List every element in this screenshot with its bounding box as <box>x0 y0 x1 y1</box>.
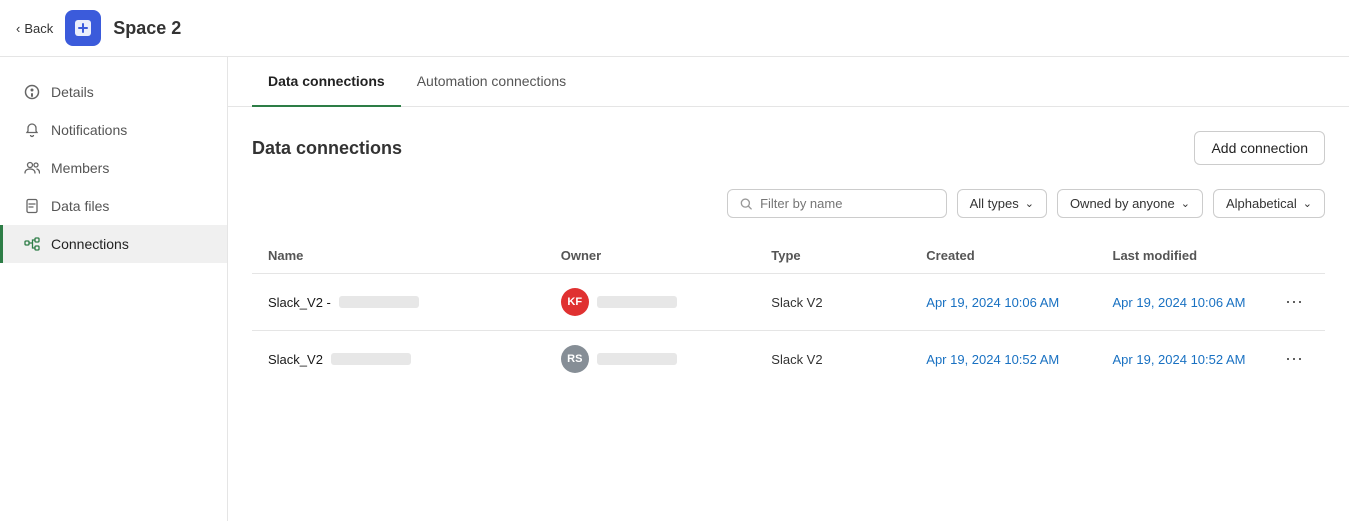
sidebar-label-details: Details <box>51 84 94 100</box>
table-row: Slack_V2 - KF Slack V2 Apr 19, 2024 10:0… <box>252 274 1325 331</box>
col-header-modified: Last modified <box>1097 238 1263 274</box>
row-actions-button-0[interactable]: ⋯ <box>1279 290 1309 315</box>
connection-name-0: Slack_V2 - <box>268 295 331 310</box>
back-label: Back <box>24 21 53 36</box>
sidebar-item-details[interactable]: Details <box>0 73 227 111</box>
search-field[interactable] <box>727 189 947 218</box>
connection-type-1: Slack V2 <box>755 331 910 388</box>
type-filter-label: All types <box>970 196 1019 211</box>
connections-icon <box>23 235 41 253</box>
sidebar-label-connections: Connections <box>51 236 129 252</box>
tab-data-connections[interactable]: Data connections <box>252 57 401 107</box>
sidebar-label-members: Members <box>51 160 109 176</box>
sort-dropdown[interactable]: Alphabetical ⌄ <box>1213 189 1325 218</box>
owner-avatar-1: RS <box>561 345 589 373</box>
col-header-name: Name <box>252 238 545 274</box>
search-icon <box>740 197 753 211</box>
row-actions-button-1[interactable]: ⋯ <box>1279 347 1309 372</box>
circle-icon <box>23 83 41 101</box>
sidebar-label-notifications: Notifications <box>51 122 127 138</box>
connections-table: Name Owner Type Created Last modified Sl… <box>252 238 1325 387</box>
owner-avatar-0: KF <box>561 288 589 316</box>
page-title: Data connections <box>252 138 402 159</box>
file-icon <box>23 197 41 215</box>
col-header-owner: Owner <box>545 238 756 274</box>
owner-filter-dropdown[interactable]: Owned by anyone ⌄ <box>1057 189 1203 218</box>
sort-label: Alphabetical <box>1226 196 1297 211</box>
add-connection-button[interactable]: Add connection <box>1194 131 1325 165</box>
filters-bar: All types ⌄ Owned by anyone ⌄ Alphabetic… <box>252 189 1325 218</box>
space-title: Space 2 <box>113 18 181 39</box>
search-input[interactable] <box>760 196 933 211</box>
sidebar: Details Notifications Members Data files <box>0 57 228 521</box>
sidebar-item-data-files[interactable]: Data files <box>0 187 227 225</box>
type-filter-dropdown[interactable]: All types ⌄ <box>957 189 1047 218</box>
col-header-actions <box>1263 238 1325 274</box>
table-row: Slack_V2 RS Slack V2 Apr 19, 2024 10:52 … <box>252 331 1325 388</box>
sort-chevron-icon: ⌄ <box>1303 197 1312 210</box>
sidebar-label-data-files: Data files <box>51 198 109 214</box>
back-chevron-icon: ‹ <box>16 21 20 36</box>
row-name-1: Slack_V2 <box>268 352 529 367</box>
connection-name-1: Slack_V2 <box>268 352 323 367</box>
owner-filter-label: Owned by anyone <box>1070 196 1175 211</box>
sidebar-item-notifications[interactable]: Notifications <box>0 111 227 149</box>
sidebar-item-members[interactable]: Members <box>0 149 227 187</box>
owner-name-blur-0 <box>597 296 677 308</box>
users-icon <box>23 159 41 177</box>
space-icon <box>65 10 101 46</box>
name-blur-0 <box>339 296 419 308</box>
main-content: Data connections Automation connections … <box>228 57 1349 521</box>
name-blur-1 <box>331 353 411 365</box>
owner-name-blur-1 <box>597 353 677 365</box>
type-chevron-icon: ⌄ <box>1025 197 1034 210</box>
col-header-type: Type <box>755 238 910 274</box>
bell-icon <box>23 121 41 139</box>
modified-date-1: Apr 19, 2024 10:52 AM <box>1113 352 1246 367</box>
created-date-1: Apr 19, 2024 10:52 AM <box>926 352 1059 367</box>
owner-chevron-icon: ⌄ <box>1181 197 1190 210</box>
owner-cell-1: RS <box>561 345 740 373</box>
modified-date-0: Apr 19, 2024 10:06 AM <box>1113 295 1246 310</box>
col-header-created: Created <box>910 238 1096 274</box>
owner-cell-0: KF <box>561 288 740 316</box>
row-name-0: Slack_V2 - <box>268 295 529 310</box>
connection-type-0: Slack V2 <box>755 274 910 331</box>
back-button[interactable]: ‹ Back <box>16 21 53 36</box>
sidebar-item-connections[interactable]: Connections <box>0 225 227 263</box>
tab-automation-connections[interactable]: Automation connections <box>401 57 582 107</box>
tabs-bar: Data connections Automation connections <box>228 57 1349 107</box>
created-date-0: Apr 19, 2024 10:06 AM <box>926 295 1059 310</box>
